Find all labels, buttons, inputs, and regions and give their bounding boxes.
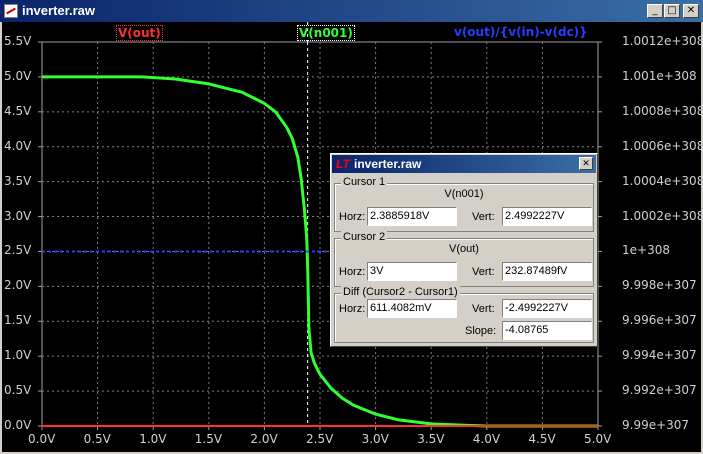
diff-group: Diff (Cursor2 - Cursor1) Horz: 611.4082m…: [334, 286, 594, 343]
x-tick-label: 4.5V: [528, 432, 556, 446]
dialog-close-button[interactable]: ✕: [579, 157, 593, 170]
x-tick-label: 5.0V: [584, 432, 612, 446]
y-right-tick-label: 1.0006e+308: [622, 138, 703, 153]
cursor-dialog-titlebar[interactable]: LT inverter.raw ✕: [332, 155, 596, 173]
cursor1-trace: V(n001): [444, 188, 484, 200]
trace-label-expression[interactable]: v(out)/{v(in)-v(dc)}: [453, 25, 589, 39]
x-tick-label: 2.5V: [306, 432, 334, 446]
trace-label-vout[interactable]: V(out): [116, 25, 163, 41]
y-left-tick-label: 5.5V: [4, 34, 32, 48]
y-right-tick-label: 1.001e+308: [622, 68, 697, 83]
close-button[interactable]: ✕: [683, 4, 699, 18]
ltspice-logo-icon: LT: [336, 157, 350, 171]
y-left-tick-label: 3.0V: [4, 208, 32, 223]
y-right-tick-label: 1e+308: [622, 243, 670, 258]
cursor1-group-label: Cursor 1: [341, 176, 388, 188]
cursor2-vert-field[interactable]: 232.87489fV: [502, 262, 592, 281]
diff-horz-label: Horz:: [339, 303, 366, 315]
y-right-tick-label: 1.0004e+308: [622, 173, 703, 188]
cursor1-horz-label: Horz:: [339, 211, 366, 223]
y-right-tick-label: 1.0012e+308: [622, 34, 703, 48]
x-tick-label: 3.5V: [417, 432, 445, 446]
y-left-tick-label: 4.0V: [4, 138, 32, 153]
diff-vert-field[interactable]: -2.4992227V: [502, 299, 592, 318]
diff-slope-field[interactable]: -4.08765: [502, 321, 592, 340]
minimize-button[interactable]: _: [647, 4, 663, 18]
y-left-tick-label: 3.5V: [4, 173, 32, 188]
x-tick-label: 0.5V: [83, 432, 111, 446]
x-tick-label: 0.0V: [28, 432, 56, 446]
y-left-tick-label: 1.0V: [4, 348, 32, 363]
cursor1-vert-field[interactable]: 2.4992227V: [502, 207, 592, 226]
y-right-tick-label: 1.0008e+308: [622, 103, 703, 118]
cursor-dialog-title: inverter.raw: [354, 157, 422, 171]
window-title: inverter.raw: [22, 3, 95, 18]
cursor2-group: Cursor 2 V(out) Horz: 3V Vert: 232.87489…: [334, 231, 594, 287]
cursor2-horz-field[interactable]: 3V: [367, 262, 457, 281]
diff-slope-label: Slope:: [465, 325, 497, 337]
diff-vert-label: Vert:: [472, 303, 495, 315]
cursor2-trace: V(out): [449, 243, 479, 255]
y-left-tick-label: 4.5V: [4, 103, 32, 118]
cursor2-group-label: Cursor 2: [341, 231, 388, 243]
trace-label-vn001[interactable]: V(n001): [297, 25, 355, 41]
y-right-tick-label: 9.994e+307: [622, 348, 697, 363]
y-right-tick-label: 9.992e+307: [622, 383, 697, 398]
diff-group-label: Diff (Cursor2 - Cursor1): [341, 286, 460, 298]
cursor1-group: Cursor 1 V(n001) Horz: 2.3885918V Vert: …: [334, 176, 594, 232]
y-right-tick-label: 9.996e+307: [622, 313, 697, 328]
y-left-tick-label: 5.0V: [4, 68, 32, 83]
y-left-tick-label: 1.5V: [4, 313, 32, 328]
y-left-tick-label: 2.5V: [4, 243, 32, 258]
y-left-tick-label: 0.0V: [4, 418, 32, 432]
cursor1-vert-label: Vert:: [472, 211, 495, 223]
title-bar[interactable]: inverter.raw _ □ ✕: [0, 0, 703, 22]
y-left-tick-label: 0.5V: [4, 383, 32, 398]
cursor2-vert-label: Vert:: [472, 266, 495, 278]
x-tick-label: 4.0V: [472, 432, 501, 446]
cursor-dialog: LT inverter.raw ✕ Cursor 1 V(n001) Horz:…: [330, 153, 598, 347]
y-right-tick-label: 9.99e+307: [622, 418, 690, 432]
y-right-tick-label: 1.0002e+308: [622, 208, 703, 223]
y-left-tick-label: 2.0V: [4, 278, 32, 293]
x-tick-label: 1.0V: [139, 432, 167, 446]
y-right-tick-label: 9.998e+307: [622, 278, 697, 293]
x-tick-label: 3.0V: [361, 432, 389, 446]
maximize-button[interactable]: □: [664, 4, 680, 18]
diff-horz-field[interactable]: 611.4082mV: [367, 299, 457, 318]
waveform-window: inverter.raw _ □ ✕ 5.5V 5.0V 4.5V 4.0V 3.5V 3…: [0, 0, 703, 454]
x-tick-label: 2.0V: [250, 432, 278, 446]
waveform-app-icon: [4, 4, 18, 18]
cursor2-horz-label: Horz:: [339, 266, 366, 278]
cursor1-horz-field[interactable]: 2.3885918V: [367, 207, 457, 226]
x-tick-label: 1.5V: [194, 432, 223, 446]
